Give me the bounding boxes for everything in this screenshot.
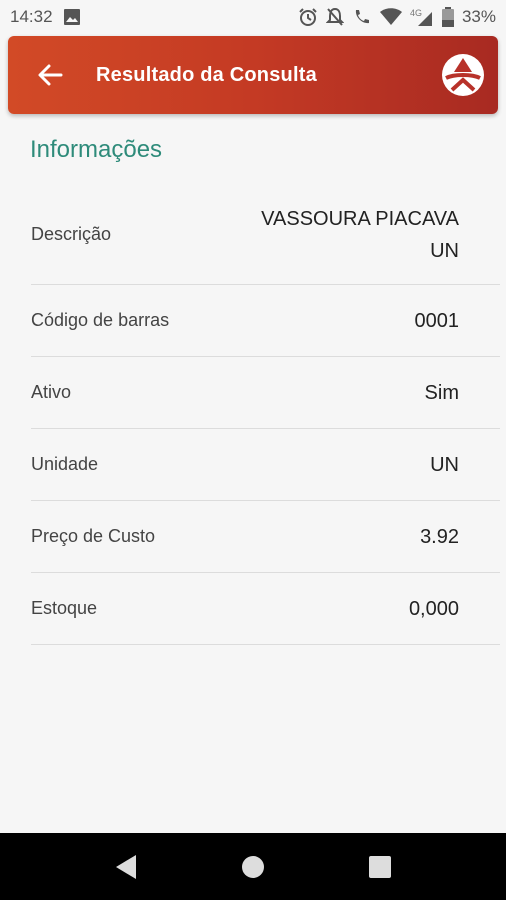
page-title: Resultado da Consulta: [96, 63, 317, 86]
app-logo-icon: [440, 52, 486, 98]
cell-signal-icon: 4G: [410, 7, 434, 27]
battery-percent: 33%: [461, 7, 496, 26]
info-row-preco-custo: Preço de Custo 3.92: [31, 501, 500, 573]
wifi-calling-icon: [352, 7, 372, 27]
info-label: Ativo: [31, 382, 72, 402]
nav-recents-button[interactable]: [364, 851, 396, 883]
info-label: Estoque: [31, 598, 98, 618]
info-label: Código de barras: [31, 310, 170, 330]
info-value: VASSOURA PIACAVA UN: [261, 203, 459, 267]
info-label: Preço de Custo: [31, 526, 156, 546]
nav-home-icon: [242, 856, 264, 878]
info-row-ativo: Ativo Sim: [31, 357, 500, 429]
system-navigation-bar: [0, 833, 506, 900]
image-notification-icon: [63, 8, 81, 26]
info-row-codigo-barras: Código de barras 0001: [31, 285, 500, 357]
info-value-line1: VASSOURA PIACAVA: [261, 207, 459, 230]
info-list: Descrição VASSOURA PIACAVA UN Código de …: [31, 185, 500, 645]
battery-icon: [441, 7, 454, 27]
info-value: Sim: [424, 381, 459, 404]
info-label: Unidade: [31, 454, 99, 474]
info-value: 0,000: [408, 597, 459, 620]
nav-back-button[interactable]: [110, 851, 142, 883]
wifi-icon: [379, 8, 402, 26]
app-bar: Resultado da Consulta: [8, 36, 498, 114]
info-label: Descrição: [31, 224, 112, 244]
alarm-icon: [298, 7, 318, 27]
nav-back-icon: [116, 855, 136, 879]
info-value: UN: [430, 453, 459, 476]
info-value-line2: UN: [430, 239, 459, 262]
info-row-estoque: Estoque 0,000: [31, 573, 500, 645]
info-row-descricao: Descrição VASSOURA PIACAVA UN: [31, 185, 500, 285]
nav-home-button[interactable]: [237, 851, 269, 883]
info-value: 0001: [414, 309, 460, 332]
nav-recents-icon: [369, 856, 391, 878]
info-value: 3.92: [420, 525, 459, 548]
back-button[interactable]: [26, 51, 74, 99]
info-row-unidade: Unidade UN: [31, 429, 500, 501]
status-time: 14:32: [10, 7, 53, 26]
svg-text:4G: 4G: [410, 8, 422, 18]
notifications-off-icon: [325, 7, 344, 27]
section-title-informacoes: Informações: [30, 136, 163, 163]
arrow-back-icon: [38, 64, 63, 86]
status-bar: 14:32 4G 33%: [0, 0, 506, 34]
